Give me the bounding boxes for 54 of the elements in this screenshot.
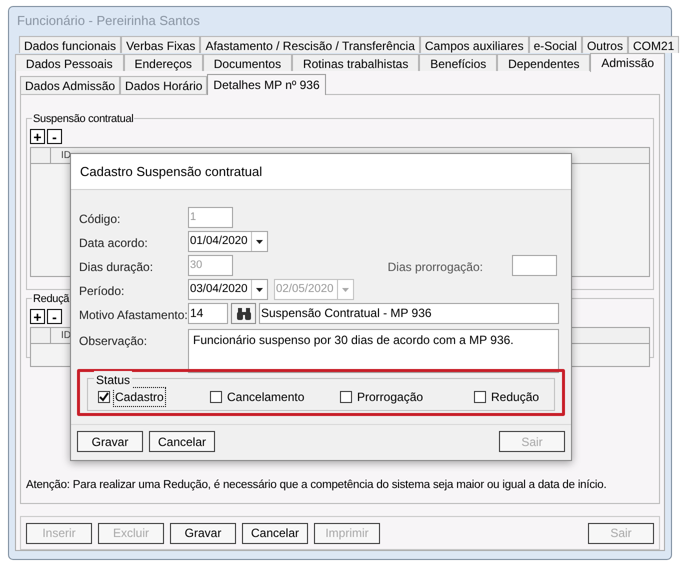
dropdown-arrow-icon [256, 240, 263, 244]
field-label: Dias prorrogação: [388, 259, 483, 276]
search-button[interactable] [231, 303, 256, 324]
tab[interactable]: Endereços [124, 54, 203, 71]
tab[interactable]: Verbas Fixas [121, 36, 200, 53]
tab[interactable]: Dados funcionais [19, 36, 122, 53]
checkbox[interactable]: Cancelamento [210, 388, 340, 406]
field-label: Código: [79, 211, 122, 228]
group-title: Suspensão contratual [32, 111, 134, 128]
field-label: Motivo Afastamento: [79, 307, 188, 324]
memo-field[interactable]: Funcionário suspenso por 30 dias de acordo com a MP 936. [188, 329, 559, 373]
remove-button[interactable]: - [47, 309, 62, 324]
note-text: Atenção: Para realizar uma Redução, é necessário que a competência do sistema seja maior ou igual a data de início. [26, 478, 606, 494]
tab[interactable]: Campos auxiliares [420, 36, 529, 53]
sub-tab[interactable]: Detalhes MP nº 936 [207, 74, 326, 95]
group-title: Status [94, 371, 132, 389]
input-field[interactable] [512, 255, 557, 276]
date-picker[interactable]: 01/04/2020 [188, 231, 268, 252]
field-label: Período: [79, 283, 126, 300]
dialog-title: Cadastro Suspensão contratual [80, 162, 262, 181]
dropdown-arrow-icon [256, 288, 263, 292]
tab[interactable]: COM21 [628, 36, 680, 53]
checkbox[interactable]: Prorrogação [340, 388, 474, 406]
field-label: Observação: [79, 333, 148, 350]
add-button[interactable]: + [30, 129, 45, 144]
tab[interactable]: Documentos [202, 54, 292, 71]
check-icon [99, 392, 109, 402]
description-field[interactable]: Suspensão Contratual - MP 936 [259, 303, 559, 324]
input-field[interactable]: 14 [188, 303, 228, 324]
window-title: Funcionário - Pereirinha Santos [17, 12, 200, 30]
checkbox[interactable]: Redução [474, 388, 554, 406]
binoculars-icon [236, 308, 252, 320]
tab[interactable]: Dependentes [497, 54, 590, 71]
group-title: Reduçã [32, 291, 70, 308]
checkbox[interactable]: Cadastro [98, 386, 210, 406]
tab[interactable]: Afastamento / Rescisão / Transferência [200, 36, 420, 53]
tab[interactable]: Benefícios [419, 54, 498, 71]
dropdown-arrow-icon [342, 288, 349, 292]
tab[interactable]: Dados Pessoais [15, 54, 124, 71]
button[interactable]: Gravar [77, 431, 143, 452]
remove-button[interactable]: - [47, 129, 62, 144]
date-picker[interactable]: 03/04/2020 [188, 279, 268, 300]
tab[interactable]: e-Social [528, 36, 582, 53]
tab[interactable]: Outros [582, 36, 628, 53]
sub-tab[interactable]: Dados Admissão [20, 76, 120, 94]
sub-tab[interactable]: Dados Horário [120, 76, 208, 94]
button[interactable]: Cancelar [242, 522, 308, 544]
field-label: Data acordo: [79, 235, 149, 252]
add-button[interactable]: + [30, 309, 45, 324]
field-label: Dias duração: [79, 259, 154, 276]
tab[interactable]: Admissão [590, 53, 665, 72]
button[interactable]: Cancelar [149, 431, 215, 452]
tab[interactable]: Rotinas trabalhistas [292, 54, 420, 71]
button[interactable]: Gravar [170, 522, 236, 544]
